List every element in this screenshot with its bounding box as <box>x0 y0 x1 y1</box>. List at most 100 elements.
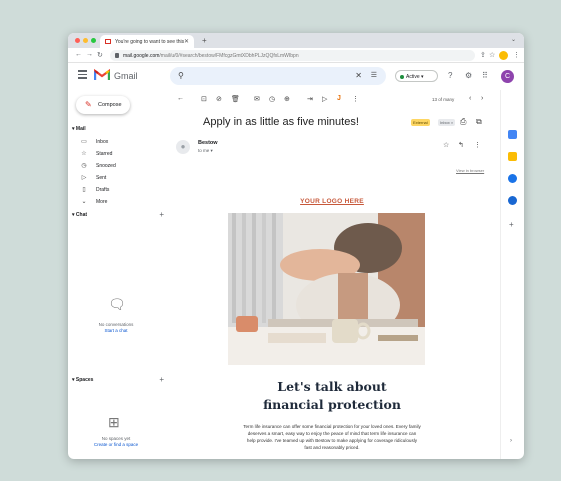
extension-icon[interactable] <box>499 51 508 60</box>
more-actions-icon[interactable]: ⋮ <box>352 95 359 103</box>
browser-menu-icon[interactable]: ⋮ <box>513 51 520 59</box>
calendar-icon[interactable] <box>508 130 517 139</box>
pencil-icon: ✎ <box>85 100 92 109</box>
archive-icon[interactable]: ⊡ <box>201 95 207 103</box>
compose-button[interactable]: ✎ Compose <box>76 96 130 114</box>
mail-section-header[interactable]: ▾ Mail <box>72 126 86 132</box>
address-bar: ← → ↻ mail.google.com/mail/u/0/#search/b… <box>68 48 524 63</box>
gmail-wordmark: Gmail <box>114 71 138 81</box>
star-icon: ☆ <box>81 151 87 157</box>
move-to-icon[interactable]: ⇥ <box>307 95 313 103</box>
older-chevron-icon[interactable]: › <box>481 95 483 102</box>
delete-icon[interactable]: 🗑 <box>231 95 240 103</box>
close-window-icon[interactable] <box>75 38 80 43</box>
sidebar-item-starred[interactable]: ☆ Starred <box>80 150 160 160</box>
print-icon[interactable]: ⎙ <box>460 117 466 127</box>
reload-icon[interactable]: ↻ <box>97 51 103 59</box>
star-message-icon[interactable]: ☆ <box>443 141 449 149</box>
url-path: /mail/u/0/#search/bestow/FMfcgzGmtXDbhPL… <box>159 53 299 59</box>
chat-section-header[interactable]: ▾ Chat <box>72 212 87 218</box>
sidebar-item-inbox[interactable]: ▭ Inbox <box>80 138 160 148</box>
help-icon[interactable]: ? <box>448 71 452 80</box>
tab-bar: You're going to want to see this ✕ + ⌄ <box>68 33 524 48</box>
report-spam-icon[interactable]: ⊘ <box>216 95 222 103</box>
clear-search-icon[interactable]: ✕ <box>355 71 362 80</box>
spaces-section-header[interactable]: ▾ Spaces <box>72 377 93 383</box>
main-menu-icon[interactable] <box>78 70 87 81</box>
gmail-favicon-icon <box>105 39 111 44</box>
search-options-icon[interactable]: ☰ <box>371 71 377 79</box>
expand-panel-chevron-icon[interactable]: › <box>510 438 512 444</box>
sidebar-item-drafts[interactable]: ▯ Drafts <box>80 186 160 196</box>
send-icon: ▷ <box>81 175 87 181</box>
external-badge: External <box>411 119 430 126</box>
apps-grid-icon[interactable]: ⠿ <box>482 71 488 80</box>
maximize-window-icon[interactable] <box>91 38 96 43</box>
sender-name[interactable]: Bestow <box>198 140 218 146</box>
hero-photo <box>228 213 425 365</box>
active-status-dot <box>400 74 404 79</box>
newer-chevron-icon[interactable]: ‹ <box>469 95 471 102</box>
back-icon[interactable]: ← <box>75 51 82 58</box>
logo-placeholder[interactable]: YOUR LOGO HERE <box>168 198 496 205</box>
side-panel-rail: + › <box>500 90 524 459</box>
tab-list-chevron-icon[interactable]: ⌄ <box>511 36 516 43</box>
snooze-icon[interactable]: ◷ <box>269 95 275 103</box>
chat-bubble-icon: 🗨 <box>108 296 126 312</box>
chevron-down-icon: ⌄ <box>81 199 87 205</box>
add-task-icon[interactable]: ⊕ <box>284 95 290 103</box>
spaces-empty-state: No spaces yet Create or find a space <box>68 436 164 447</box>
email-headline: Let's talk about financial protection <box>263 379 401 412</box>
tasks-icon[interactable] <box>508 174 517 183</box>
url-host: mail.google.com <box>123 53 160 59</box>
message-pane: ← ⊡ ⊘ 🗑 ✉ ◷ ⊕ ⇥ ▷ J ⋮ 13 of many ‹ › App… <box>168 90 496 459</box>
gmail-logo-icon[interactable] <box>94 68 110 81</box>
status-label: Active <box>406 74 420 80</box>
new-space-plus-icon[interactable]: + <box>159 375 164 384</box>
sidebar-item-snoozed[interactable]: ◷ Snoozed <box>80 162 160 172</box>
search-icon[interactable]: ⚲ <box>178 71 184 80</box>
forward-icon[interactable]: → <box>86 51 93 58</box>
start-chat-link[interactable]: Start a chat <box>68 328 164 333</box>
mail-search-bar[interactable]: ⚲ ✕ ☰ <box>170 67 386 85</box>
new-tab-icon[interactable]: + <box>202 36 207 45</box>
share-icon[interactable]: ⇪ <box>480 51 486 59</box>
lock-icon <box>115 53 119 58</box>
reply-icon[interactable]: ↰ <box>458 141 464 149</box>
view-in-browser-link[interactable]: View in browser <box>456 168 484 173</box>
settings-gear-icon[interactable]: ⚙ <box>465 71 472 80</box>
chat-empty-state: No conversations Start a chat <box>68 322 164 333</box>
add-on-plus-icon[interactable]: + <box>509 220 514 229</box>
contacts-icon[interactable] <box>508 196 517 205</box>
draft-icon: ▯ <box>82 187 86 193</box>
spaces-icon: ⊞ <box>108 414 120 430</box>
recipient-details[interactable]: to me ▾ <box>198 148 213 154</box>
browser-tab[interactable]: You're going to want to see this ✕ <box>100 35 194 48</box>
tab-close-icon[interactable]: ✕ <box>184 38 189 45</box>
pagination-count: 13 of many <box>432 97 455 102</box>
account-avatar[interactable]: C <box>501 70 514 83</box>
new-chat-plus-icon[interactable]: + <box>159 210 164 219</box>
create-space-link[interactable]: Create or find a space <box>68 442 164 447</box>
message-more-icon[interactable]: ⋮ <box>474 141 481 149</box>
mark-unread-icon[interactable]: ✉ <box>254 95 260 103</box>
back-to-list-icon[interactable]: ← <box>177 95 184 102</box>
bookmark-star-icon[interactable]: ☆ <box>489 51 495 59</box>
sidebar-item-more[interactable]: ⌄ More <box>80 198 160 208</box>
inbox-label-badge[interactable]: Inbox × <box>438 119 456 126</box>
inbox-icon: ▭ <box>81 139 87 145</box>
open-new-window-icon[interactable]: ⧉ <box>476 117 482 127</box>
extension-j-icon[interactable]: J <box>337 95 341 102</box>
sidebar: ✎ Compose ▾ Mail ▭ Inbox ☆ Starred ◷ Sno… <box>68 90 168 459</box>
minimize-window-icon[interactable] <box>83 38 88 43</box>
keep-icon[interactable] <box>508 152 517 161</box>
sidebar-item-sent[interactable]: ▷ Sent <box>80 174 160 184</box>
status-dropdown[interactable]: Active ▾ <box>395 70 438 82</box>
tab-title: You're going to want to see this <box>115 39 185 45</box>
email-body-text: Term life insurance can offer some finan… <box>243 424 421 450</box>
label-icon[interactable]: ▷ <box>322 95 327 103</box>
gmail-header: Gmail ⚲ ✕ ☰ Active ▾ ? ⚙ ⠿ C <box>68 63 524 90</box>
clock-icon: ◷ <box>81 163 87 169</box>
url-field[interactable]: mail.google.com/mail/u/0/#search/bestow/… <box>110 50 475 61</box>
sender-avatar: ● <box>176 140 190 154</box>
